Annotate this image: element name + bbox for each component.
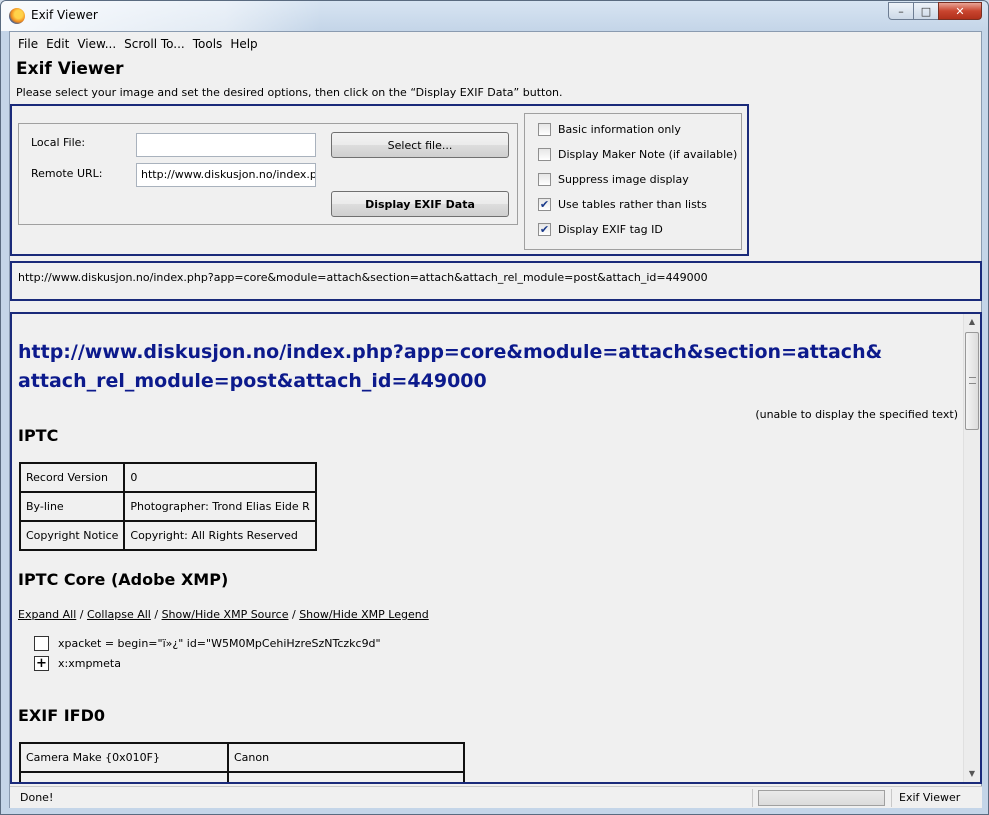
menu-view[interactable]: View...: [73, 35, 120, 53]
menu-scroll-to[interactable]: Scroll To...: [120, 35, 189, 53]
show-hide-source-link[interactable]: Show/Hide XMP Source: [162, 608, 289, 621]
option-basic-info[interactable]: Basic information only: [538, 123, 681, 136]
options-checklist: Basic information only Display Maker Not…: [524, 113, 742, 250]
close-button[interactable]: ✕: [938, 2, 982, 20]
maximize-button[interactable]: □: [913, 2, 939, 20]
checkbox[interactable]: [538, 148, 551, 161]
menu-edit[interactable]: Edit: [42, 35, 73, 53]
show-hide-legend-link[interactable]: Show/Hide XMP Legend: [299, 608, 429, 621]
checkbox-checked-icon[interactable]: ✔: [538, 198, 551, 211]
status-text: Done!: [20, 791, 54, 804]
remote-url-label: Remote URL:: [31, 167, 103, 180]
remote-url-input[interactable]: http://www.diskusjon.no/index.pl: [136, 163, 316, 187]
page-title: Exif Viewer: [16, 59, 124, 79]
checkbox[interactable]: [538, 173, 551, 186]
xmp-links: Expand All / Collapse All / Show/Hide XM…: [18, 608, 429, 621]
option-suppress-image[interactable]: Suppress image display: [538, 173, 689, 186]
grip-icon: [969, 377, 976, 384]
xmp-heading: IPTC Core (Adobe XMP): [18, 570, 229, 589]
menu-bar: File Edit View... Scroll To... Tools Hel…: [14, 35, 262, 53]
expand-toggle-icon[interactable]: +: [34, 656, 49, 671]
table-row: Camera Make {0x010F} Canon: [19, 742, 465, 773]
option-use-tables[interactable]: ✔ Use tables rather than lists: [538, 198, 707, 211]
tree-toggle[interactable]: [34, 636, 49, 651]
iptc-table: Record Version 0 By-line Photographer: T…: [18, 462, 317, 551]
menu-tools[interactable]: Tools: [189, 35, 227, 53]
iptc-heading: IPTC: [18, 426, 59, 445]
app-window: Exif Viewer – □ ✕ File Edit View... Scro…: [0, 0, 989, 815]
options-panel: Local File: Select file... Remote URL: h…: [10, 104, 749, 256]
status-app-label: Exif Viewer: [899, 791, 961, 804]
option-tag-id[interactable]: ✔ Display EXIF tag ID: [538, 223, 663, 236]
window-title: Exif Viewer: [31, 8, 98, 22]
result-url-heading: http://www.diskusjon.no/index.php?app=co…: [18, 341, 883, 392]
expand-all-link[interactable]: Expand All: [18, 608, 76, 621]
scroll-up-icon[interactable]: ▲: [967, 317, 977, 327]
menu-help[interactable]: Help: [226, 35, 261, 53]
table-row: By-line Photographer: Trond Elias Eide R: [18, 491, 317, 522]
select-file-button[interactable]: Select file...: [331, 132, 509, 158]
menu-file[interactable]: File: [14, 35, 42, 53]
results-pane[interactable]: http://www.diskusjon.no/index.php?app=co…: [10, 312, 982, 784]
option-maker-note[interactable]: Display Maker Note (if available): [538, 148, 737, 161]
exif-table: Camera Make {0x010F} Canon Camera Model …: [19, 742, 465, 782]
client-area: File Edit View... Scroll To... Tools Hel…: [9, 31, 982, 808]
collapse-all-link[interactable]: Collapse All: [87, 608, 151, 621]
xmp-tree-item: + x:xmpmeta: [34, 656, 121, 671]
instructions-text: Please select your image and set the des…: [16, 86, 563, 99]
scroll-down-icon[interactable]: ▼: [967, 769, 977, 779]
display-exif-button[interactable]: Display EXIF Data: [331, 191, 509, 217]
progress-bar: [758, 790, 885, 806]
local-file-input[interactable]: [136, 133, 316, 157]
scroll-thumb[interactable]: [965, 332, 979, 430]
url-display: http://www.diskusjon.no/index.php?app=co…: [10, 261, 982, 301]
checkbox[interactable]: [538, 123, 551, 136]
status-bar: Done! Exif Viewer: [10, 786, 982, 808]
local-file-label: Local File:: [31, 136, 86, 149]
firefox-icon: [9, 8, 25, 24]
table-row: Camera Model {0x0110} Canon EOS 5D Mark …: [19, 771, 465, 782]
title-bar[interactable]: Exif Viewer – □ ✕: [1, 1, 988, 31]
url-text: http://www.diskusjon.no/index.php?app=co…: [18, 271, 708, 284]
table-row: Record Version 0: [18, 462, 317, 493]
unable-text: (unable to display the specified text): [755, 408, 958, 421]
table-row: Copyright Notice Copyright: All Rights R…: [18, 520, 317, 551]
vertical-scrollbar[interactable]: ▲ ▼: [963, 314, 980, 782]
file-group: Local File: Select file... Remote URL: h…: [18, 123, 518, 225]
exif-heading: EXIF IFD0: [18, 706, 106, 725]
checkbox-checked-icon[interactable]: ✔: [538, 223, 551, 236]
xmp-tree-item: xpacket = begin="ï»¿" id="W5M0MpCehiHzre…: [34, 636, 381, 651]
minimize-button[interactable]: –: [888, 2, 914, 20]
